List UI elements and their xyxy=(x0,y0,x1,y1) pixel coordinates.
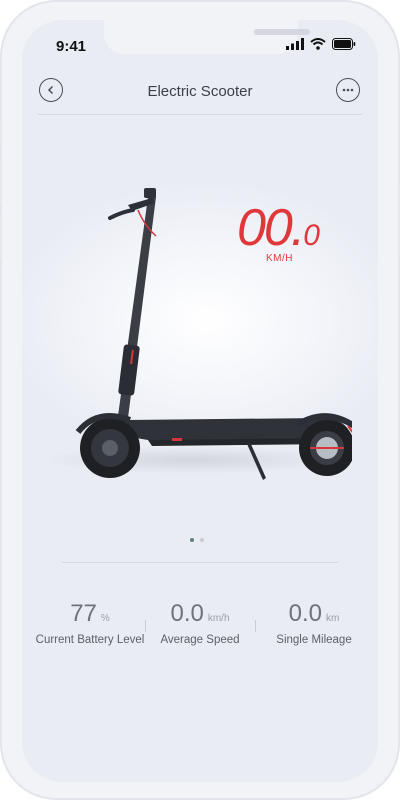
average-speed-value: 0.0 xyxy=(170,600,204,627)
mileage-value: 0.0 xyxy=(288,600,323,627)
stat-separator xyxy=(145,620,146,632)
speed-unit: KM/H xyxy=(266,253,293,264)
battery-label: Current Battery Level xyxy=(35,634,145,646)
volume-down-button xyxy=(0,215,2,259)
mute-switch xyxy=(0,120,2,142)
average-speed-unit: km/h xyxy=(207,613,230,624)
mileage-stat: 0.0 km Single Mileage xyxy=(262,600,366,646)
speed-readout: 00.0 xyxy=(237,198,320,258)
cellular-signal-icon xyxy=(286,38,304,50)
nav-bar: Electric Scooter xyxy=(22,75,378,115)
average-speed-stat: 0.0 km/h Average Speed xyxy=(150,600,250,646)
mileage-unit: km xyxy=(326,613,340,624)
speed-value-main: 00. xyxy=(237,199,305,257)
phone-frame: 9:41 Electric Scooter 00.0 KM/H 77 % Cur… xyxy=(0,0,400,800)
mileage-label: Single Mileage xyxy=(276,634,352,646)
wifi-icon xyxy=(310,38,326,50)
speed-value-decimal: 0 xyxy=(303,219,320,252)
notch xyxy=(104,20,310,54)
speaker xyxy=(254,29,310,35)
more-dots-icon xyxy=(342,88,354,92)
volume-up-button xyxy=(0,160,2,204)
page-dot-2[interactable] xyxy=(200,538,204,542)
page-indicator xyxy=(190,538,204,542)
status-time: 9:41 xyxy=(56,38,87,55)
battery-icon xyxy=(332,38,356,50)
status-icons xyxy=(286,38,356,50)
stat-separator xyxy=(255,620,256,632)
battery-value: 77 xyxy=(70,600,97,627)
nav-divider xyxy=(38,114,362,115)
screen: 9:41 Electric Scooter 00.0 KM/H 77 % Cur… xyxy=(22,20,378,782)
more-button[interactable] xyxy=(336,78,360,102)
stats-divider xyxy=(62,562,338,563)
page-title: Electric Scooter xyxy=(147,83,253,100)
average-speed-label: Average Speed xyxy=(160,634,240,646)
page-dot-1[interactable] xyxy=(190,538,194,542)
battery-unit: % xyxy=(100,613,110,624)
battery-stat: 77% Current Battery Level xyxy=(34,600,146,646)
